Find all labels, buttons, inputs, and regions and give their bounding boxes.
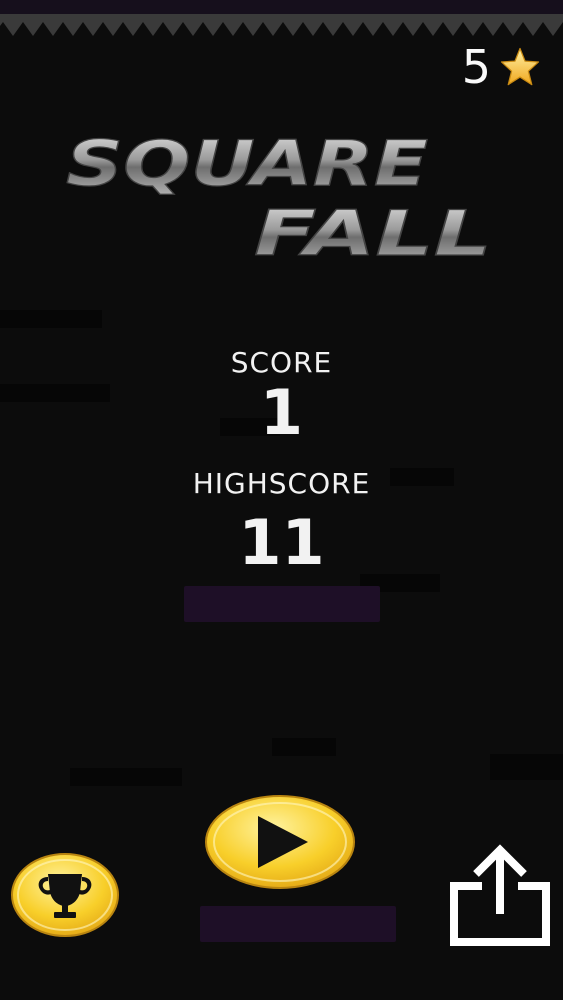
star-icon xyxy=(500,47,540,86)
background-block xyxy=(0,310,102,328)
score-value: 1 xyxy=(259,376,304,449)
stars-counter: 5 xyxy=(462,44,541,90)
background-block xyxy=(490,754,563,780)
spike-row xyxy=(0,14,563,36)
stars-count: 5 xyxy=(461,40,491,94)
highscore-label: HIGHSCORE xyxy=(192,467,371,500)
share-icon xyxy=(450,844,550,946)
leaderboard-button[interactable] xyxy=(10,852,120,938)
game-logo: SQUARE FALL xyxy=(65,130,492,265)
obstacle-block xyxy=(184,586,380,622)
share-button[interactable] xyxy=(448,842,554,948)
highscore-value: 11 xyxy=(238,506,325,579)
score-label: SCORE xyxy=(230,346,333,379)
logo-line-1: SQUARE xyxy=(66,130,428,200)
logo-line-2: FALL xyxy=(254,197,492,265)
background-block xyxy=(70,768,182,786)
background-block xyxy=(272,738,336,756)
play-button[interactable] xyxy=(204,794,356,890)
obstacle-block xyxy=(200,906,396,942)
